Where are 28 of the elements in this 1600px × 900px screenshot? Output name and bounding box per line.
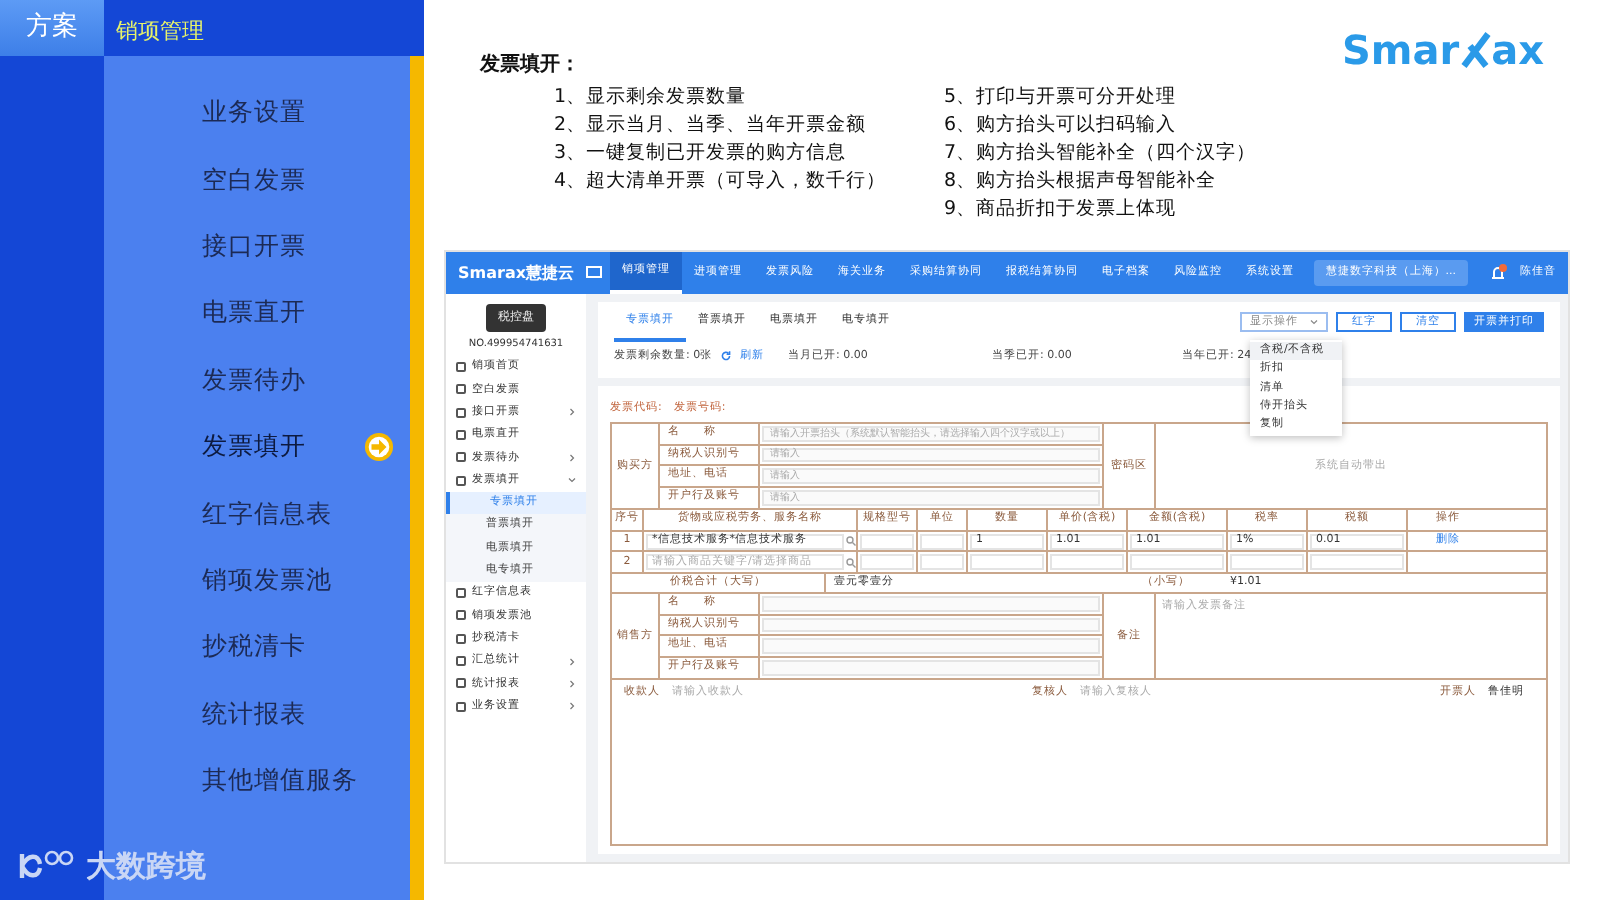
brand-name: 大数跨境: [86, 845, 206, 887]
app-logo-text: ax慧捷云: [504, 263, 575, 283]
menu-item[interactable]: 抄税清卡: [104, 614, 410, 682]
feature-item: 6、购方抬头可以扫码输入: [944, 112, 1179, 140]
slide-title: 发票填开：: [480, 52, 580, 80]
logo-text: Smar: [1341, 28, 1460, 72]
menu-item[interactable]: 统计报表: [104, 681, 410, 748]
menu-item[interactable]: 其他增值服务: [104, 747, 410, 815]
menu-item[interactable]: 红字信息表: [104, 480, 410, 548]
menu-item[interactable]: 业务设置: [104, 80, 410, 147]
feature-item: 3、一键复制已开发票的购方信息: [554, 140, 849, 168]
feature-item: 7、购方抬头智能补全（四个汉字）: [944, 140, 1257, 168]
menu-item[interactable]: 发票待办: [104, 347, 410, 414]
feature-item: 2、显示当月、当季、当年开票金额: [554, 112, 869, 140]
menu-item[interactable]: 接口开票: [104, 213, 410, 281]
menu-item[interactable]: 销项发票池: [104, 547, 410, 615]
menu-item[interactable]: 发票填开: [104, 413, 410, 481]
feature-item: 9、商品折扣于发票上体现: [944, 196, 1179, 224]
logo-text: ax: [1491, 28, 1544, 72]
section-title: 销项管理: [104, 0, 424, 56]
app-logo-text: Smar: [458, 263, 505, 283]
menu-item[interactable]: 空白发票: [104, 146, 410, 214]
feature-item: 8、购方抬头根据声母智能补全: [944, 168, 1219, 196]
solution-tab[interactable]: 方案: [0, 0, 104, 56]
feature-item: 5、打印与开票可分开处理: [944, 84, 1179, 112]
feature-item: 4、超大清单开票（可导入，数千行）: [554, 168, 889, 196]
menu-item[interactable]: 电票直开: [104, 280, 410, 348]
feature-item: 1、显示剩余发票数量: [554, 84, 749, 112]
